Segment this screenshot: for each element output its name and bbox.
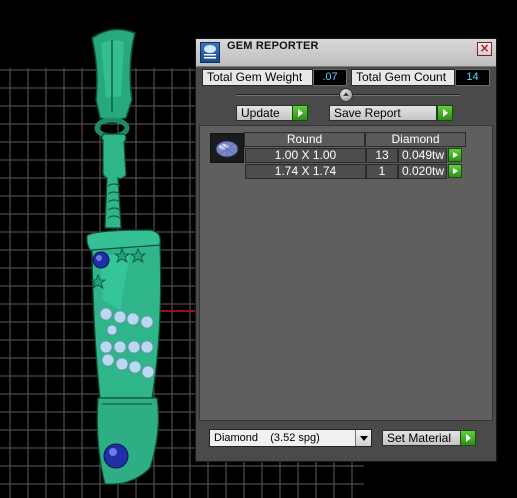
gem-report-table-area: Round Diamond 1.00 X 1.00 13 0.049tw 1.7…	[199, 125, 493, 421]
table-row: 1.74 X 1.74 1 0.020tw	[245, 164, 467, 179]
set-material-button[interactable]: Set Material	[382, 430, 461, 446]
gem-size-cell: 1.74 X 1.74	[245, 164, 366, 179]
panel-title: GEM REPORTER	[227, 40, 319, 52]
table-row: 1.00 X 1.00 13 0.049tw	[245, 148, 467, 163]
shape-header: Round	[244, 132, 365, 147]
total-gem-count-label: Total Gem Count	[351, 69, 455, 86]
pendant-model	[86, 28, 162, 485]
row-arrow-icon[interactable]	[448, 164, 462, 178]
save-report-button[interactable]: Save Report	[329, 105, 437, 121]
gem-weight-cell: 0.020tw	[398, 164, 447, 179]
set-material-button-label: Set Material	[387, 431, 452, 445]
gem-size-cell: 1.00 X 1.00	[245, 148, 366, 163]
gem-report-icon	[200, 42, 220, 63]
update-button[interactable]: Update	[236, 105, 293, 121]
material-select-value: Diamond (3.52 spg)	[214, 432, 320, 444]
chevron-down-icon[interactable]	[355, 430, 371, 446]
gem-count-cell: 13	[366, 148, 398, 163]
set-material-arrow-icon[interactable]	[460, 430, 476, 446]
close-icon[interactable]: ×	[477, 42, 492, 56]
total-gem-count-value: 14	[455, 69, 490, 86]
save-report-button-label: Save Report	[334, 106, 401, 120]
update-arrow-icon[interactable]	[292, 105, 308, 121]
total-gem-weight-label: Total Gem Weight	[202, 69, 313, 86]
gem-weight-cell: 0.049tw	[398, 148, 447, 163]
collapse-knob-icon[interactable]	[339, 88, 353, 102]
row-arrow-icon[interactable]	[448, 148, 462, 162]
title-bar[interactable]: GEM REPORTER ×	[196, 39, 496, 67]
material-select[interactable]: Diamond (3.52 spg)	[209, 429, 372, 447]
gem-reporter-panel: GEM REPORTER × Total Gem Weight .07 Tota…	[195, 38, 497, 462]
save-report-arrow-icon[interactable]	[437, 105, 453, 121]
gem-thumbnail-icon	[210, 133, 244, 163]
total-gem-weight-value: .07	[313, 69, 347, 86]
gem-count-cell: 1	[366, 164, 398, 179]
update-button-label: Update	[241, 106, 280, 120]
material-header: Diamond	[365, 132, 466, 147]
